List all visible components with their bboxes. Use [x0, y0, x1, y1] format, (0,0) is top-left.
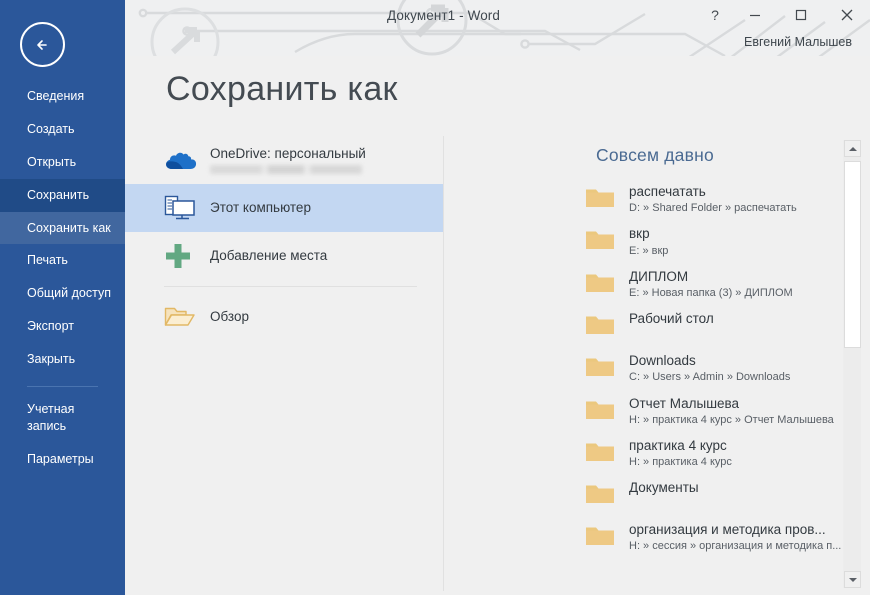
sidebar-item-save[interactable]: Сохранить [0, 178, 125, 212]
scrollbar-thumb[interactable] [844, 161, 861, 348]
sidebar-item-export[interactable]: Экспорт [0, 310, 125, 343]
folder-icon [585, 225, 623, 257]
sidebar-item-share[interactable]: Общий доступ [0, 277, 125, 310]
window-controls: ? [698, 0, 870, 34]
sidebar-item-new[interactable]: Создать [0, 113, 125, 146]
sidebar-item-save-as[interactable]: Сохранить как [0, 211, 125, 245]
recent-folder-name: Downloads [629, 353, 696, 369]
sidebar-item-info[interactable]: Сведения [0, 80, 125, 113]
recent-folder-text: Отчет Малышева H: » практика 4 курс » От… [629, 395, 834, 427]
folder-icon [585, 437, 623, 469]
recent-folder-row[interactable]: ДИПЛОМ E: » Новая папка (3) » ДИПЛОМ [444, 263, 848, 305]
recent-folder-row[interactable]: Документы [444, 474, 848, 516]
recent-folder-text: ДИПЛОМ E: » Новая папка (3) » ДИПЛОМ [629, 268, 793, 300]
place-item-add-place[interactable]: Добавление места [125, 232, 443, 280]
recent-folder-path: C: » Users » Admin » Downloads [629, 371, 791, 384]
recent-folder-text: распечатать D: » Shared Folder » распеча… [629, 183, 797, 215]
recent-folder-row[interactable]: Рабочий стол [444, 305, 848, 347]
open-folder-icon [164, 304, 202, 330]
place-text-block: OneDrive: персональный [210, 146, 366, 175]
sidebar-item-print[interactable]: Печать [0, 244, 125, 277]
backstage-nav: Сведения Создать Открыть Сохранить Сохра… [0, 80, 125, 476]
recent-folder-name: Рабочий стол [629, 311, 714, 327]
recent-folder-name: распечатать [629, 184, 706, 199]
recent-folder-text: Рабочий стол [629, 310, 714, 329]
this-pc-icon [164, 195, 202, 221]
recent-section-heading: Совсем давно [596, 145, 714, 165]
help-button[interactable]: ? [698, 0, 732, 30]
word-backstage-save-as-screen: Документ1 - Word ? Евгений Малышев Сведе… [0, 0, 870, 595]
places-list: OneDrive: персональный Этот компьютер До… [125, 136, 443, 341]
scroll-down-icon[interactable] [844, 571, 861, 588]
place-label-browse: Обзор [210, 308, 249, 324]
folder-icon [585, 395, 623, 427]
recent-folder-row[interactable]: Downloads C: » Users » Admin » Downloads [444, 347, 848, 389]
recent-folder-path: E: » Новая папка (3) » ДИПЛОМ [629, 286, 793, 299]
recent-folder-path: D: » Shared Folder » распечатать [629, 202, 797, 215]
recent-folder-row[interactable]: организация и методика пров... H: » сесс… [444, 516, 848, 558]
folder-icon [585, 479, 623, 511]
recent-folder-row[interactable]: вкр E: » вкр [444, 220, 848, 262]
scroll-up-icon[interactable] [844, 140, 861, 157]
recent-folder-path: E: » вкр [629, 244, 669, 257]
place-account-redacted [210, 165, 362, 175]
place-text-block: Обзор [210, 309, 249, 326]
close-icon[interactable] [824, 0, 870, 30]
backstage-content: Сохранить как OneDrive: персональный Это… [125, 56, 870, 595]
sidebar-divider [27, 385, 98, 387]
recent-folder-name: организация и методика пров... [629, 522, 826, 538]
folder-icon [585, 268, 623, 300]
recent-folder-row[interactable]: Отчет Малышева H: » практика 4 курс » От… [444, 390, 848, 432]
backstage-sidebar: Сведения Создать Открыть Сохранить Сохра… [0, 0, 125, 595]
recent-folder-text: Downloads C: » Users » Admin » Downloads [629, 352, 790, 384]
document-title: Документ1 - Word [387, 8, 501, 23]
recent-folder-path: H: » сессия » организация и методика п..… [629, 540, 842, 553]
recent-folder-text: практика 4 курс H: » практика 4 курс [629, 437, 732, 469]
recent-folder-name: практика 4 курс [629, 437, 727, 453]
recent-folder-text: вкр E: » вкр [629, 225, 668, 257]
folder-icon [585, 352, 623, 384]
folder-icon [585, 521, 623, 553]
folder-icon [585, 310, 623, 342]
recent-folder-text: организация и методика пров... H: » сесс… [629, 521, 841, 553]
place-label-onedrive: OneDrive: персональный [210, 145, 366, 161]
sidebar-item-open[interactable]: Открыть [0, 146, 125, 179]
recent-scrollbar[interactable] [843, 140, 861, 588]
recent-folder-row[interactable]: распечатать D: » Shared Folder » распеча… [444, 178, 848, 220]
recent-folder-row[interactable]: практика 4 курс H: » практика 4 курс [444, 432, 848, 474]
recent-folder-path: H: » практика 4 курс » Отчет Малышева [629, 413, 834, 426]
place-label-add-place: Добавление места [210, 247, 328, 263]
recent-folder-text: Документы [629, 479, 699, 498]
sidebar-item-account[interactable]: Учетная запись [0, 393, 125, 443]
places-divider [164, 286, 417, 287]
sidebar-item-options[interactable]: Параметры [0, 443, 125, 476]
maximize-icon[interactable] [778, 0, 824, 30]
recent-folder-name: ДИПЛОМ [629, 268, 689, 284]
recent-folder-name: Документы [629, 480, 699, 496]
place-text-block: Этот компьютер [210, 200, 311, 217]
page-title: Сохранить как [166, 70, 398, 108]
place-item-this-pc[interactable]: Этот компьютер [125, 184, 443, 232]
folder-icon [585, 183, 623, 215]
recent-folder-name: Отчет Малышева [629, 395, 740, 411]
account-user-name[interactable]: Евгений Малышев [744, 35, 852, 49]
place-item-onedrive[interactable]: OneDrive: персональный [125, 136, 443, 184]
onedrive-cloud-icon [164, 148, 202, 172]
back-arrow-icon [36, 39, 47, 50]
recent-folders-panel: Совсем давно распечатать D: » Shared Fol… [444, 136, 870, 591]
title-bar: Документ1 - Word ? Евгений Малышев [125, 0, 870, 56]
place-item-browse[interactable]: Обзор [125, 293, 443, 341]
back-button[interactable] [20, 22, 65, 67]
add-place-plus-icon [164, 242, 202, 270]
recent-folders-list: распечатать D: » Shared Folder » распеча… [444, 178, 848, 559]
recent-folder-path: H: » практика 4 курс [629, 456, 732, 469]
recent-folder-name: вкр [629, 226, 650, 242]
place-text-block: Добавление места [210, 248, 327, 265]
minimize-icon[interactable] [732, 0, 778, 30]
place-label-this-pc: Этот компьютер [210, 199, 311, 215]
sidebar-item-close[interactable]: Закрыть [0, 343, 125, 376]
